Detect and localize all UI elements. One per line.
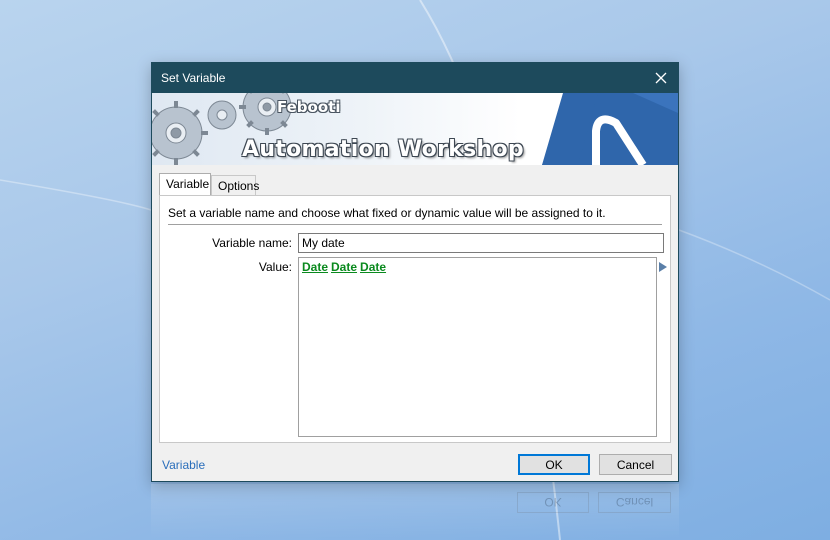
dialog-reflection: OK Cancel: [151, 484, 679, 540]
brand-febooti: Febooti: [277, 98, 341, 116]
variable-name-input[interactable]: My date: [298, 233, 664, 253]
reflection-fade: [151, 484, 679, 540]
help-link-variable[interactable]: Variable: [162, 458, 205, 472]
tab-variable[interactable]: Variable: [159, 173, 211, 195]
title-bar[interactable]: Set Variable: [152, 63, 678, 93]
reflection-cancel: Cancel: [598, 492, 671, 513]
reflection-ok: OK: [517, 492, 589, 513]
product-banner: Febooti Automation Workshop: [152, 93, 678, 165]
value-token[interactable]: Date: [360, 260, 386, 274]
ok-button[interactable]: OK: [518, 454, 590, 475]
brand-automation-workshop: Automation Workshop: [242, 137, 524, 162]
app-logo-icon: [542, 93, 678, 165]
close-icon: [655, 72, 667, 84]
separator: [168, 224, 662, 225]
tab-options[interactable]: Options: [211, 175, 259, 195]
set-variable-dialog: Set Variable Febooti Automation Workshop…: [151, 62, 679, 482]
value-label: Value:: [258, 260, 292, 274]
variable-tab-panel: Set a variable name and choose what fixe…: [159, 195, 671, 443]
variable-name-label: Variable name:: [212, 236, 292, 250]
close-button[interactable]: [644, 63, 678, 93]
dialog-title: Set Variable: [161, 71, 226, 85]
value-editor[interactable]: Date Date Date: [298, 257, 657, 437]
value-token[interactable]: Date: [331, 260, 357, 274]
description-text: Set a variable name and choose what fixe…: [168, 206, 606, 220]
cancel-button[interactable]: Cancel: [599, 454, 672, 475]
value-token[interactable]: Date: [302, 260, 328, 274]
insert-value-arrow-icon[interactable]: [659, 262, 667, 272]
